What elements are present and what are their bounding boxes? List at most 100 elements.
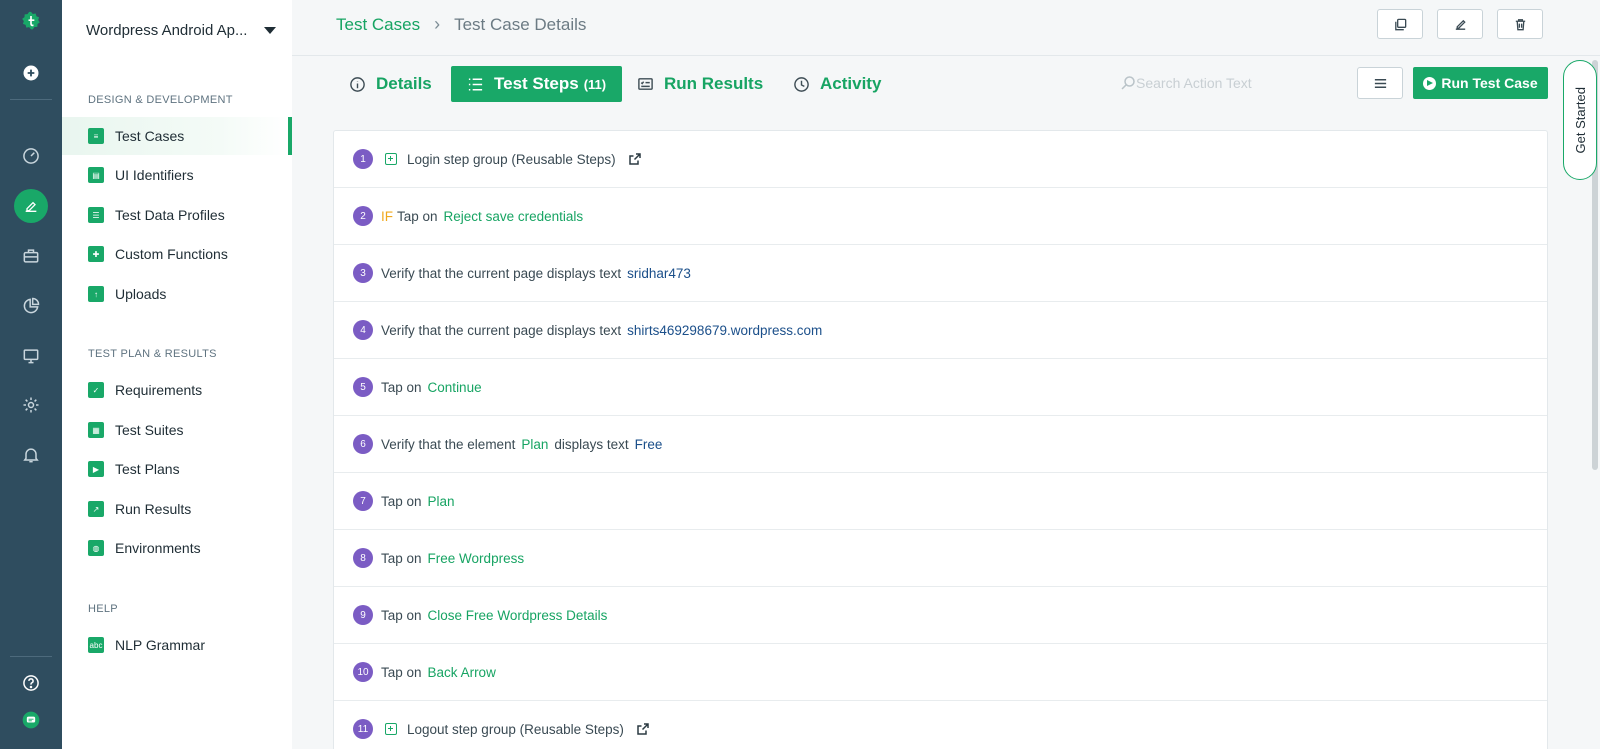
project-name: Wordpress Android Ap... (86, 22, 248, 39)
rail-settings[interactable] (0, 386, 62, 424)
step-number: 5 (353, 377, 373, 397)
step-row[interactable]: 1 Login step group (Reusable Steps) (334, 131, 1547, 188)
open-group-button[interactable] (636, 722, 650, 736)
expand-group-icon[interactable] (385, 723, 397, 735)
step-test-data[interactable]: Free (635, 437, 663, 452)
step-action: Tap on (381, 379, 422, 395)
rail-notifications[interactable] (0, 436, 62, 474)
copy-button[interactable] (1377, 9, 1423, 39)
rail-dashboard[interactable] (0, 137, 62, 175)
test-steps-list: 1 Login step group (Reusable Steps) 2 IF… (333, 130, 1548, 749)
step-row[interactable]: 11 Logout step group (Reusable Steps) (334, 701, 1547, 749)
sidebar-item-test-plans[interactable]: ▶ Test Plans (62, 450, 292, 488)
rail-briefcase[interactable] (0, 237, 62, 275)
help-icon (23, 675, 39, 691)
tab-activity[interactable]: Activity (793, 66, 881, 102)
chevron-right-icon: › (434, 14, 441, 34)
step-element[interactable]: Reject save credentials (444, 209, 584, 224)
delete-button[interactable] (1497, 9, 1543, 39)
copy-icon (1394, 18, 1406, 30)
get-started-label: Get Started (1572, 86, 1588, 154)
sidebar-item-custom-functions[interactable]: ✚ Custom Functions (62, 235, 292, 273)
sidebar-item-test-suites[interactable]: ▦ Test Suites (62, 411, 292, 449)
rail-divider (10, 656, 52, 657)
rail-devices[interactable] (0, 337, 62, 375)
step-row[interactable]: 2 IF Tap on Reject save credentials (334, 188, 1547, 245)
sidebar-item-run-results[interactable]: ↗ Run Results (62, 490, 292, 528)
step-element[interactable]: Plan (521, 437, 548, 452)
step-element[interactable]: Free Wordpress (428, 551, 525, 566)
sidebar-item-test-cases[interactable]: ≡ Test Cases (62, 117, 292, 155)
sidebar-item-uploads[interactable]: ↑ Uploads (62, 275, 292, 313)
app-logo[interactable] (0, 2, 62, 40)
app-rail (0, 0, 62, 749)
tab-details[interactable]: Details (349, 66, 432, 102)
gauge-icon (23, 148, 39, 164)
create-button[interactable] (0, 54, 62, 92)
step-element[interactable]: Back Arrow (428, 665, 496, 680)
rail-design[interactable] (0, 187, 62, 225)
step-number: 11 (353, 719, 373, 739)
get-started-button[interactable]: Get Started (1563, 60, 1597, 180)
step-row[interactable]: 6 Verify that the element Plan displays … (334, 416, 1547, 473)
step-row[interactable]: 10 Tap on Back Arrow (334, 644, 1547, 701)
upload-icon: ↑ (88, 286, 104, 302)
sidebar-item-requirements[interactable]: ✓ Requirements (62, 371, 292, 409)
results-icon: ↗ (88, 501, 104, 517)
sidebar-item-label: Environments (115, 540, 201, 556)
pencil-icon (1455, 19, 1466, 30)
tab-label: Activity (820, 74, 882, 93)
rail-help[interactable] (0, 664, 62, 702)
section-title: TEST PLAN & RESULTS (88, 348, 217, 360)
open-group-button[interactable] (628, 152, 642, 166)
search-input[interactable] (1136, 75, 1306, 91)
ui-identifiers-icon: ▤ (88, 167, 104, 183)
rail-reports[interactable] (0, 287, 62, 325)
hamburger-icon (1374, 78, 1386, 88)
sidebar-item-nlp-grammar[interactable]: abc NLP Grammar (62, 626, 292, 664)
tab-test-steps[interactable]: Test Steps (11) (451, 66, 623, 102)
project-selector[interactable]: Wordpress Android Ap... (86, 22, 276, 39)
step-row[interactable]: 8 Tap on Free Wordpress (334, 530, 1547, 587)
step-test-data[interactable]: sridhar473 (627, 266, 691, 281)
pencil-icon (14, 189, 48, 223)
puzzle-icon: ✚ (88, 246, 104, 262)
sidebar: Wordpress Android Ap... DESIGN & DEVELOP… (62, 0, 292, 749)
step-action: Tap on (381, 550, 422, 566)
breadcrumb-parent-link[interactable]: Test Cases (336, 15, 420, 35)
sidebar-item-label: Test Suites (115, 422, 184, 438)
step-row[interactable]: 7 Tap on Plan (334, 473, 1547, 530)
step-element[interactable]: Plan (428, 494, 455, 509)
tab-label: Test Steps (494, 74, 579, 93)
sidebar-item-label: UI Identifiers (115, 167, 194, 183)
expand-group-icon[interactable] (385, 153, 397, 165)
step-row[interactable]: 5 Tap on Continue (334, 359, 1547, 416)
external-link-icon (637, 723, 649, 735)
step-row[interactable]: 9 Tap on Close Free Wordpress Details (334, 587, 1547, 644)
sidebar-item-label: NLP Grammar (115, 637, 205, 653)
abc-icon: abc (88, 637, 104, 653)
sidebar-item-label: Custom Functions (115, 246, 228, 262)
menu-button[interactable] (1357, 67, 1403, 99)
step-action: Tap on (381, 493, 422, 509)
step-action: Tap on (397, 208, 438, 224)
search-icon (1121, 76, 1135, 90)
step-test-data[interactable]: shirts469298679.wordpress.com (627, 323, 822, 338)
plus-circle-icon (23, 65, 39, 81)
play-circle-icon (1423, 76, 1437, 90)
sidebar-item-test-data-profiles[interactable]: ☰ Test Data Profiles (62, 196, 292, 234)
tab-run-results[interactable]: Run Results (637, 66, 763, 102)
chat-icon (22, 711, 40, 729)
sidebar-item-environments[interactable]: ◍ Environments (62, 529, 292, 567)
rail-chat[interactable] (0, 701, 62, 739)
clipboard-icon: ✓ (88, 382, 104, 398)
step-row[interactable]: 4 Verify that the current page displays … (334, 302, 1547, 359)
step-element[interactable]: Close Free Wordpress Details (428, 608, 608, 623)
info-icon (350, 76, 365, 92)
step-action: Verify that the element (381, 436, 516, 452)
step-row[interactable]: 3 Verify that the current page displays … (334, 245, 1547, 302)
run-test-case-button[interactable]: Run Test Case (1413, 67, 1548, 99)
step-element[interactable]: Continue (428, 380, 482, 395)
sidebar-item-ui-identifiers[interactable]: ▤ UI Identifiers (62, 156, 292, 194)
edit-button[interactable] (1437, 9, 1483, 39)
